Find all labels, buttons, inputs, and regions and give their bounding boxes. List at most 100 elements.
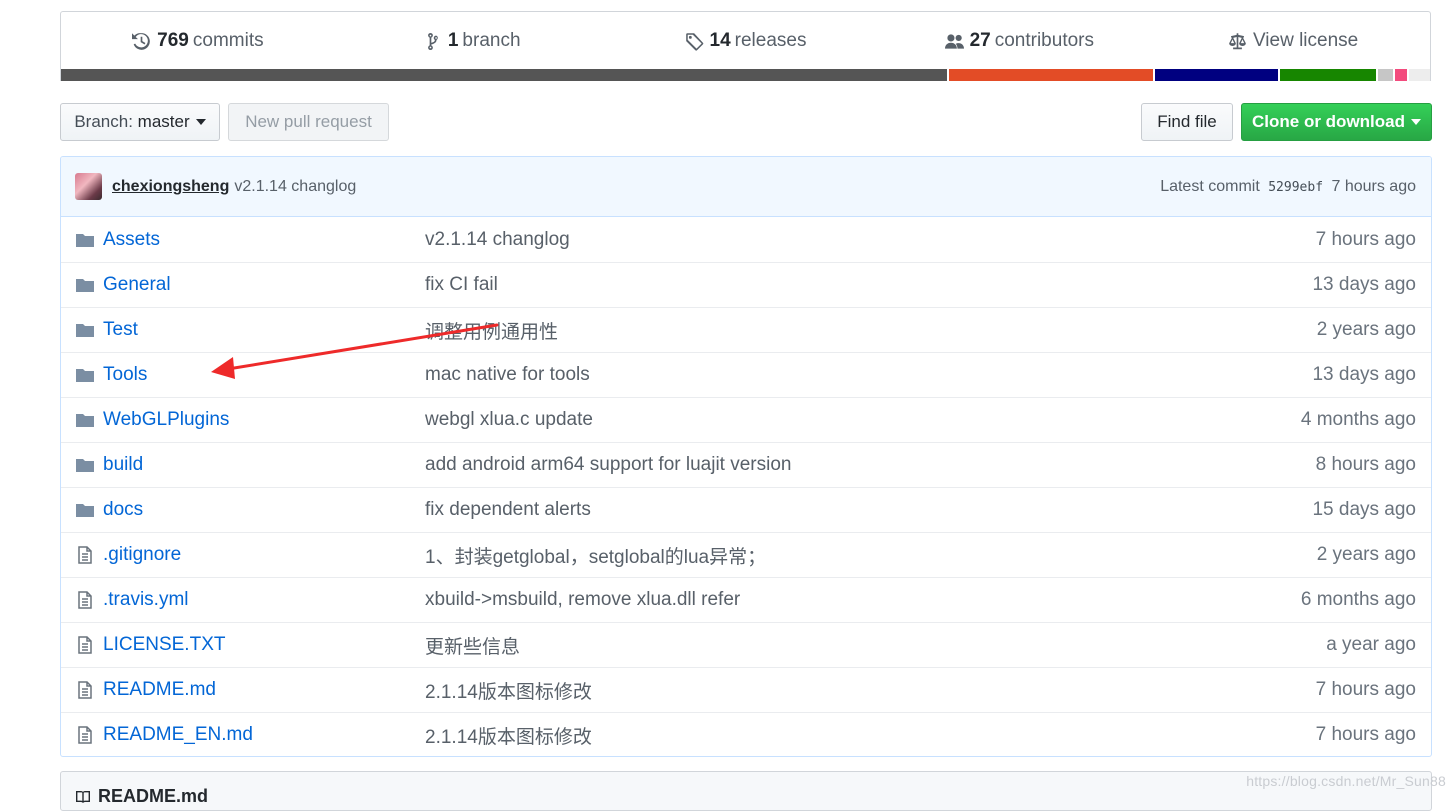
repo-summary: 769 commits 1 branch 14 releases 27 cont… bbox=[60, 11, 1431, 81]
contributors-count: 27 bbox=[969, 30, 991, 51]
commit-message-link[interactable]: v2.1.14 changlog bbox=[234, 178, 356, 196]
file-commit-message-link[interactable]: 1、封装getglobal，setglobal的lua异常； bbox=[425, 542, 1317, 569]
file-icon bbox=[75, 680, 95, 700]
clone-or-download-button[interactable]: Clone or download bbox=[1241, 103, 1432, 141]
git-branch-icon bbox=[427, 32, 438, 50]
find-file-button[interactable]: Find file bbox=[1141, 103, 1233, 141]
file-row: README.md 2.1.14版本图标修改 7 hours ago bbox=[61, 667, 1431, 712]
view-license-label: View license bbox=[1252, 30, 1359, 51]
file-row: Test 调整用例通用性 2 years ago bbox=[61, 307, 1431, 352]
language-segment[interactable] bbox=[1378, 69, 1393, 81]
file-row: Tools mac native for tools 13 days ago bbox=[61, 352, 1431, 397]
file-row: Assets v2.1.14 changlog 7 hours ago bbox=[61, 217, 1431, 262]
file-name-link[interactable]: README_EN.md bbox=[103, 724, 425, 746]
latest-commit-info: Latest commit 5299ebf 7 hours ago bbox=[1160, 178, 1416, 196]
language-segment[interactable] bbox=[1409, 69, 1430, 81]
file-age: 8 hours ago bbox=[1315, 454, 1416, 475]
file-commit-message-link[interactable]: 2.1.14版本图标修改 bbox=[425, 722, 1316, 749]
law-scale-icon bbox=[1229, 32, 1246, 49]
people-icon bbox=[944, 33, 964, 49]
caret-down-icon bbox=[1411, 119, 1421, 125]
file-age: 13 days ago bbox=[1312, 364, 1416, 385]
file-name-link[interactable]: Assets bbox=[103, 229, 425, 251]
file-name-link[interactable]: LICENSE.TXT bbox=[103, 634, 425, 656]
file-row: General fix CI fail 13 days ago bbox=[61, 262, 1431, 307]
file-name-link[interactable]: Test bbox=[103, 319, 425, 341]
file-age: 7 hours ago bbox=[1315, 724, 1416, 745]
folder-icon bbox=[75, 500, 95, 520]
branches-count: 1 bbox=[447, 30, 459, 51]
file-commit-message-link[interactable]: fix CI fail bbox=[425, 274, 1312, 296]
file-row: LICENSE.TXT 更新些信息 a year ago bbox=[61, 622, 1431, 667]
file-commit-message-link[interactable]: xbuild->msbuild, remove xlua.dll refer bbox=[425, 589, 1301, 611]
latest-commit-prefix: Latest commit bbox=[1160, 177, 1260, 195]
numbers-summary: 769 commits 1 branch 14 releases 27 cont… bbox=[61, 12, 1430, 70]
folder-icon bbox=[75, 410, 95, 430]
file-commit-message-link[interactable]: 更新些信息 bbox=[425, 632, 1326, 659]
caret-down-icon bbox=[195, 119, 206, 125]
file-row: docs fix dependent alerts 15 days ago bbox=[61, 487, 1431, 532]
releases-label: releases bbox=[734, 30, 807, 51]
language-segment[interactable] bbox=[1395, 69, 1407, 81]
file-age: 13 days ago bbox=[1312, 274, 1416, 295]
tag-icon bbox=[685, 32, 703, 51]
readme-header: README.md bbox=[75, 786, 208, 807]
find-file-label: Find file bbox=[1157, 112, 1217, 131]
commits-label: commits bbox=[192, 30, 264, 51]
file-name-link[interactable]: README.md bbox=[103, 679, 425, 701]
file-age: a year ago bbox=[1326, 634, 1416, 655]
commit-author-link[interactable]: chexiongsheng bbox=[112, 178, 229, 196]
file-list: Assets v2.1.14 changlog 7 hours ago General… bbox=[61, 217, 1431, 756]
new-pull-request-label: New pull request bbox=[245, 112, 372, 131]
file-row: .gitignore 1、封装getglobal，setglobal的lua异常；… bbox=[61, 532, 1431, 577]
language-segment[interactable] bbox=[1280, 69, 1376, 81]
file-commit-message-link[interactable]: 调整用例通用性 bbox=[425, 317, 1317, 344]
file-icon bbox=[75, 725, 95, 745]
file-icon bbox=[75, 545, 95, 565]
file-name-link[interactable]: .travis.yml bbox=[103, 589, 425, 611]
language-segment[interactable] bbox=[61, 69, 947, 81]
file-commit-message-link[interactable]: 2.1.14版本图标修改 bbox=[425, 677, 1316, 704]
file-row: WebGLPlugins webgl xlua.c update 4 months … bbox=[61, 397, 1431, 442]
file-name-link[interactable]: Tools bbox=[103, 364, 425, 386]
readme-title: README.md bbox=[98, 786, 209, 806]
file-name-link[interactable]: docs bbox=[103, 499, 425, 521]
releases-link[interactable]: 14 releases bbox=[609, 30, 883, 52]
file-age: 15 days ago bbox=[1312, 499, 1416, 520]
branch-select-button[interactable]: Branch: master bbox=[60, 103, 220, 141]
file-navigation-table: chexiongsheng v2.1.14 changlog Latest co… bbox=[60, 156, 1432, 757]
latest-commit-bar: chexiongsheng v2.1.14 changlog Latest co… bbox=[61, 157, 1431, 217]
contributors-link[interactable]: 27 contributors bbox=[882, 30, 1156, 52]
file-name-link[interactable]: General bbox=[103, 274, 425, 296]
folder-icon bbox=[75, 320, 95, 340]
file-name-link[interactable]: .gitignore bbox=[103, 544, 425, 566]
commits-link[interactable]: 769 commits bbox=[61, 30, 335, 52]
language-segment[interactable] bbox=[949, 69, 1153, 81]
readme-box: README.md bbox=[60, 771, 1432, 811]
contributors-label: contributors bbox=[994, 30, 1094, 51]
commits-count: 769 bbox=[157, 30, 189, 51]
language-bar[interactable] bbox=[61, 69, 1430, 81]
file-name-link[interactable]: build bbox=[103, 454, 425, 476]
new-pull-request-button[interactable]: New pull request bbox=[228, 103, 389, 141]
branches-label: branch bbox=[462, 30, 521, 51]
language-segment[interactable] bbox=[1155, 69, 1278, 81]
avatar[interactable] bbox=[75, 173, 102, 200]
branch-select-value: master bbox=[137, 112, 190, 131]
file-name-link[interactable]: WebGLPlugins bbox=[103, 409, 425, 431]
file-age: 4 months ago bbox=[1300, 409, 1416, 430]
file-age: 6 months ago bbox=[1300, 589, 1416, 610]
file-commit-message-link[interactable]: mac native for tools bbox=[425, 364, 1312, 386]
file-age: 7 hours ago bbox=[1315, 228, 1416, 250]
file-commit-message-link[interactable]: v2.1.14 changlog bbox=[425, 229, 1316, 251]
view-license-link[interactable]: View license bbox=[1156, 30, 1430, 52]
file-commit-message-link[interactable]: add android arm64 support for luajit ver… bbox=[425, 454, 1316, 476]
book-icon bbox=[76, 790, 90, 803]
releases-count: 14 bbox=[709, 30, 731, 51]
file-commit-message-link[interactable]: webgl xlua.c update bbox=[425, 409, 1301, 431]
file-commit-message-link[interactable]: fix dependent alerts bbox=[425, 499, 1312, 521]
branches-link[interactable]: 1 branch bbox=[335, 30, 609, 52]
commit-sha-link[interactable]: 5299ebf bbox=[1268, 180, 1323, 195]
file-age: 7 hours ago bbox=[1315, 679, 1416, 700]
file-age: 2 years ago bbox=[1316, 544, 1416, 565]
